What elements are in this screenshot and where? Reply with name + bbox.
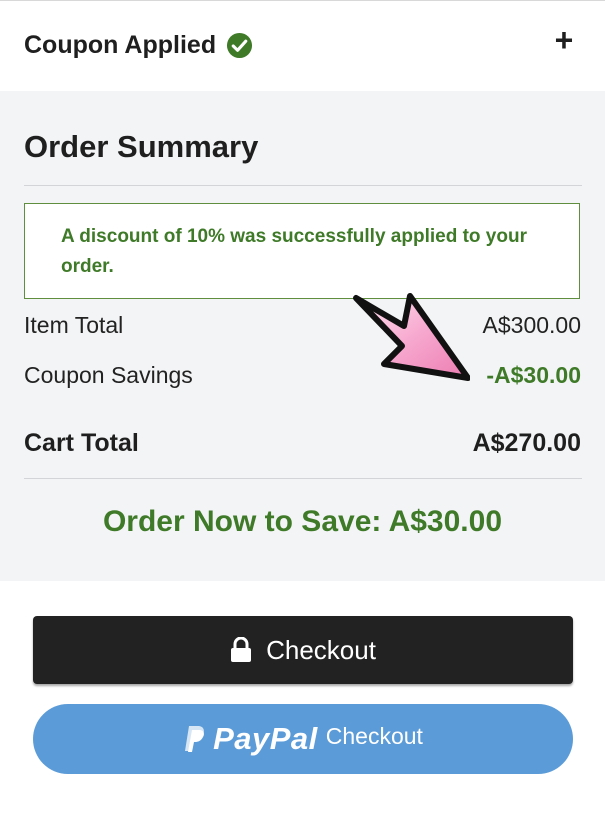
summary-divider-top (24, 185, 582, 186)
checkout-button[interactable]: Checkout (33, 616, 573, 684)
coupon-savings-value: -A$30.00 (486, 362, 581, 388)
item-total-label: Item Total (24, 312, 124, 338)
paypal-checkout-button[interactable]: PayPal Checkout (33, 704, 573, 774)
checkout-button-label: Checkout (266, 634, 376, 665)
coupon-section[interactable]: Coupon Applied + (0, 1, 605, 91)
cart-total-label: Cart Total (24, 429, 139, 457)
discount-notice: A discount of 10% was successfully appli… (24, 203, 580, 299)
pointer-arrow-icon (353, 293, 470, 381)
item-total-value: A$300.00 (482, 312, 581, 338)
order-summary-panel: Order Summary A discount of 10% was succ… (0, 91, 605, 581)
order-summary-title: Order Summary (24, 129, 259, 164)
check-circle-icon (227, 32, 253, 59)
paypal-logo-icon (185, 726, 205, 752)
paypal-wordmark: PayPal (213, 721, 318, 756)
summary-divider-bottom (24, 478, 582, 479)
cart-total-value: A$270.00 (472, 429, 581, 457)
discount-notice-text: A discount of 10% was successfully appli… (61, 226, 527, 277)
coupon-savings-label: Coupon Savings (24, 362, 193, 388)
paypal-button-label: Checkout (325, 722, 423, 749)
coupon-title-label: Coupon Applied (24, 31, 217, 59)
expand-plus-icon[interactable]: + (549, 24, 579, 56)
coupon-title: Coupon Applied (24, 31, 253, 60)
lock-icon (231, 637, 252, 662)
save-banner: Order Now to Save: A$30.00 (102, 505, 503, 538)
